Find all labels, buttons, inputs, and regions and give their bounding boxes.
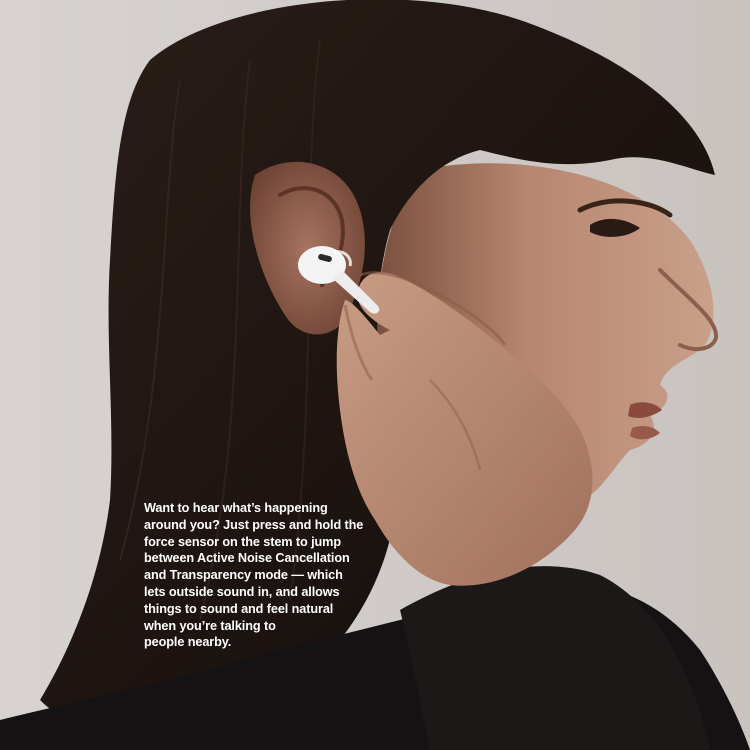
caption-text: Want to hear what’s happening around you… bbox=[144, 500, 394, 651]
photo-scene: Want to hear what’s happening around you… bbox=[0, 0, 750, 750]
caption-line: Want to hear what’s happening bbox=[144, 501, 328, 515]
caption-line: force sensor on the stem to jump bbox=[144, 534, 342, 549]
caption-line: between Active Noise Cancellation bbox=[144, 551, 350, 566]
caption-line: when you’re talking to bbox=[144, 618, 276, 633]
caption-line: around you? Just press and hold the bbox=[144, 517, 364, 532]
caption-line: and Transparency mode — which bbox=[144, 568, 343, 583]
caption-line: things to sound and feel natural bbox=[144, 601, 334, 616]
caption-line: lets outside sound in, and allows bbox=[144, 584, 340, 599]
caption-line: people nearby. bbox=[144, 635, 232, 650]
